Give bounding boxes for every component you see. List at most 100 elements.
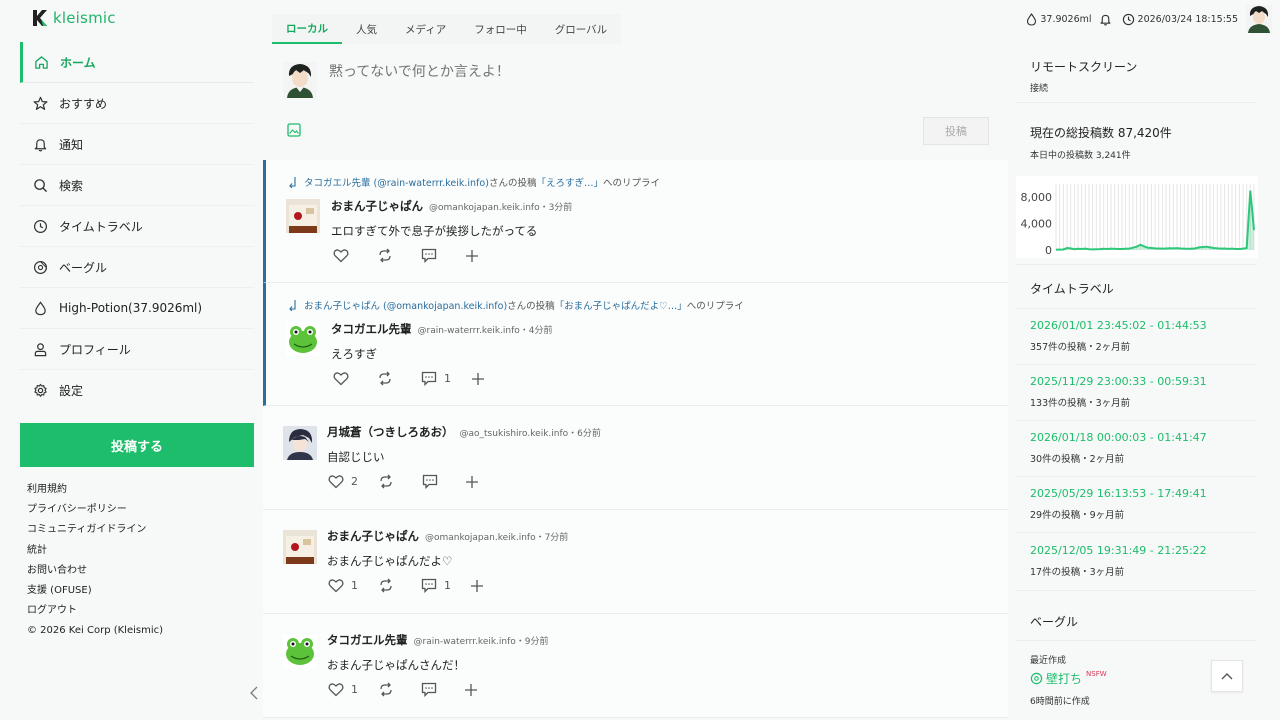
- nav-item-timetravel[interactable]: タイムトラベル: [20, 206, 254, 247]
- submit-post-button[interactable]: 投稿: [923, 117, 989, 145]
- more-button[interactable]: [464, 683, 478, 697]
- nav-item-recommended[interactable]: おすすめ: [20, 83, 254, 124]
- attach-image-icon[interactable]: [287, 123, 301, 137]
- kleismic-logo-icon: [33, 10, 47, 26]
- compose-post-button[interactable]: 投稿する: [20, 423, 254, 467]
- top-status-bar: 37.9026ml 2026/03/24 18:15:55: [1016, 0, 1280, 38]
- like-button[interactable]: [333, 371, 377, 386]
- like-button[interactable]: [333, 248, 377, 263]
- reply-button[interactable]: [421, 248, 465, 263]
- timetravel-item[interactable]: 2025/11/29 23:00:33 - 00:59:31 133件の投稿・3…: [1030, 375, 1207, 409]
- tab-global[interactable]: グローバル: [541, 14, 621, 44]
- nav-item-search[interactable]: 検索: [20, 165, 254, 206]
- like-button[interactable]: 1: [328, 578, 378, 593]
- more-button[interactable]: [470, 579, 484, 593]
- tab-popular[interactable]: 人気: [342, 14, 391, 44]
- repost-button[interactable]: [378, 578, 421, 593]
- author-handle[interactable]: @rain-waterrr.keik.info・9分前: [414, 637, 549, 647]
- posts-chart: 8,000 4,000 0: [1016, 176, 1258, 258]
- timetravel-item[interactable]: 2025/12/05 19:31:49 - 21:25:22 17件の投稿・3ヶ…: [1030, 544, 1207, 578]
- divider: [1016, 476, 1256, 477]
- post-item[interactable]: 月城蒼（つきしろあお） @ao_tsukishiro.keik.info・6分前 …: [263, 406, 1008, 510]
- bagel-icon: [32, 259, 48, 275]
- reply-context[interactable]: タコガエル先輩 (@rain-waterrr.keik.info) さんの投稿 …: [288, 175, 660, 189]
- nav-item-profile[interactable]: プロフィール: [20, 329, 254, 370]
- reply-button[interactable]: [421, 682, 464, 697]
- notifications-button[interactable]: [1099, 13, 1115, 26]
- more-button[interactable]: [471, 372, 485, 386]
- repost-button[interactable]: [377, 248, 421, 263]
- post-actions: 1 1: [328, 578, 484, 593]
- more-button[interactable]: [465, 249, 479, 263]
- divider: [1016, 264, 1256, 265]
- comment-icon: [421, 248, 437, 263]
- timetravel-item[interactable]: 2025/05/29 16:13:53 - 17:49:41 29件の投稿・9ヶ…: [1030, 487, 1207, 521]
- collapse-sidebar-button[interactable]: [247, 684, 261, 702]
- main-column: ローカル 人気 メディア フォロー中 グローバル 投稿 タコガエル先輩 (@ra…: [263, 0, 1008, 720]
- post-header: おまん子じゃぱん @omankojapan.keik.info・7分前: [327, 528, 568, 544]
- footer-link-stats[interactable]: 統計: [27, 543, 163, 563]
- remote-screen-connect-link[interactable]: 接続: [1030, 81, 1048, 94]
- author-name[interactable]: タコガエル先輩: [331, 322, 412, 336]
- nav-item-settings[interactable]: 設定: [20, 370, 254, 411]
- timetravel-meta: 133件の投稿・3ヶ月前: [1030, 398, 1131, 409]
- post-item[interactable]: タコガエル先輩 @rain-waterrr.keik.info・9分前 おまん子じ…: [263, 614, 1008, 718]
- logo[interactable]: kleismic: [32, 9, 116, 27]
- footer-link-logout[interactable]: ログアウト: [27, 603, 163, 623]
- author-name[interactable]: おまん子じゃぱん: [331, 199, 423, 213]
- comment-icon: [422, 474, 438, 489]
- repost-button[interactable]: [378, 474, 422, 489]
- nav-item-bagel[interactable]: ベーグル: [20, 247, 254, 288]
- reply-button[interactable]: 1: [421, 578, 470, 593]
- footer-link-terms[interactable]: 利用規約: [27, 482, 163, 502]
- author-handle[interactable]: @omankojapan.keik.info・7分前: [425, 533, 568, 543]
- author-name[interactable]: おまん子じゃぱん: [327, 529, 419, 543]
- avatar[interactable]: [286, 199, 320, 233]
- tab-local[interactable]: ローカル: [272, 14, 342, 44]
- like-button[interactable]: 1: [328, 682, 378, 697]
- reply-context[interactable]: おまん子じゃぱん (@omankojapan.keik.info) さんの投稿 …: [288, 298, 744, 312]
- chart-y-tick: 8,000: [1021, 191, 1053, 204]
- nav-item-potion[interactable]: High-Potion(37.9026ml): [20, 288, 254, 329]
- tab-following[interactable]: フォロー中: [460, 14, 541, 44]
- gear-icon: [32, 383, 48, 399]
- post-item[interactable]: おまん子じゃぱん (@omankojapan.keik.info) さんの投稿 …: [263, 283, 1008, 406]
- timetravel-item[interactable]: 2026/01/18 00:00:03 - 01:41:47 30件の投稿・2ヶ…: [1030, 431, 1207, 465]
- footer-link-guidelines[interactable]: コミュニティガイドライン: [27, 522, 163, 542]
- nav-item-notifications[interactable]: 通知: [20, 124, 254, 165]
- more-button[interactable]: [465, 475, 479, 489]
- avatar[interactable]: [283, 530, 317, 564]
- timetravel-item[interactable]: 2026/01/01 23:45:02 - 01:44:53 357件の投稿・2…: [1030, 319, 1207, 353]
- reply-button[interactable]: 1: [421, 371, 471, 386]
- search-icon: [32, 177, 48, 193]
- chart-y-tick: 4,000: [1021, 218, 1053, 231]
- repost-button[interactable]: [378, 682, 421, 697]
- post-actions: 2: [328, 474, 479, 489]
- potion-status[interactable]: 37.9026ml: [1026, 12, 1092, 26]
- compose-input[interactable]: [329, 64, 929, 80]
- reply-button[interactable]: [422, 474, 465, 489]
- repost-button[interactable]: [377, 371, 421, 386]
- bagel-item[interactable]: 壁打ち NSFW: [1030, 670, 1107, 687]
- total-posts: 現在の総投稿数 87,420件: [1030, 126, 1172, 140]
- author-handle[interactable]: @ao_tsukishiro.keik.info・6分前: [460, 429, 601, 439]
- avatar[interactable]: [283, 634, 317, 668]
- author-handle[interactable]: @omankojapan.keik.info・3分前: [429, 203, 572, 213]
- footer-link-privacy[interactable]: プライバシーポリシー: [27, 502, 163, 522]
- like-button[interactable]: 2: [328, 474, 378, 489]
- post-item[interactable]: タコガエル先輩 (@rain-waterrr.keik.info) さんの投稿 …: [263, 160, 1008, 283]
- user-avatar[interactable]: [1246, 5, 1272, 33]
- remote-screen-title: リモートスクリーン: [1030, 60, 1138, 74]
- tab-media[interactable]: メディア: [391, 14, 460, 44]
- author-name[interactable]: 月城蒼（つきしろあお）: [327, 425, 454, 439]
- author-handle[interactable]: @rain-waterrr.keik.info・4分前: [418, 326, 553, 336]
- scroll-to-top-button[interactable]: [1211, 660, 1243, 692]
- author-name[interactable]: タコガエル先輩: [327, 633, 408, 647]
- post-item[interactable]: おまん子じゃぱん @omankojapan.keik.info・7分前 おまん子じ…: [263, 510, 1008, 614]
- footer-link-support[interactable]: 支援 (OFUSE): [27, 583, 163, 603]
- nav-item-home[interactable]: ホーム: [20, 42, 254, 83]
- drop-icon: [32, 300, 48, 316]
- avatar[interactable]: [286, 322, 320, 356]
- avatar[interactable]: [283, 426, 317, 460]
- footer-link-contact[interactable]: お問い合わせ: [27, 563, 163, 583]
